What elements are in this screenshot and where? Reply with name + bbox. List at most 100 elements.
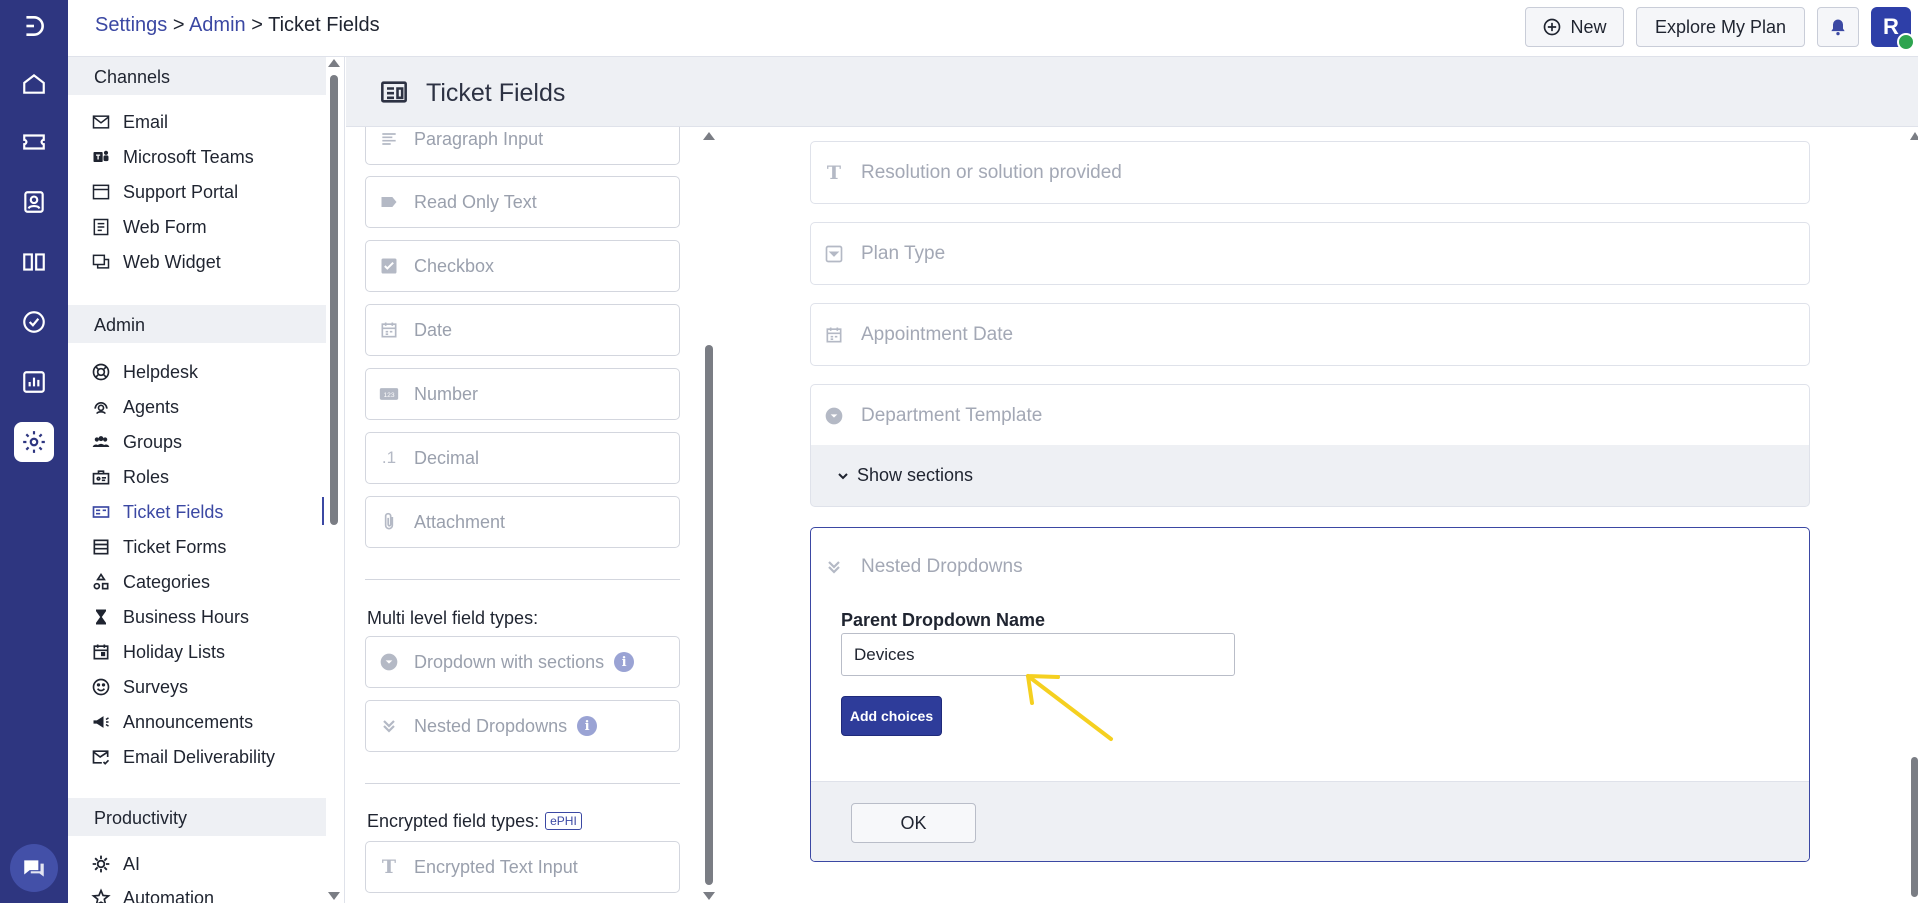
svg-text:123: 123	[383, 392, 394, 399]
ok-button[interactable]: OK	[851, 803, 976, 843]
breadcrumb-settings-link[interactable]: Settings	[95, 14, 167, 36]
sidebar-item-categories[interactable]: Categories	[90, 567, 210, 597]
top-bar: Settings > Admin > Ticket Fields New Exp…	[68, 0, 1918, 57]
explore-plan-button[interactable]: Explore My Plan	[1636, 7, 1805, 47]
field-type-paragraph-input[interactable]: Paragraph Input	[365, 127, 680, 165]
sidebar-item-label: Categories	[123, 571, 211, 592]
admin-heading: Admin	[68, 305, 326, 343]
field-type-attachment[interactable]: Attachment	[365, 496, 680, 548]
form-scrollbar[interactable]	[1911, 757, 1918, 897]
sidebar-scrollbar[interactable]	[330, 75, 338, 525]
sidebar-item-label: Agents	[123, 396, 180, 417]
field-types-scrollbar[interactable]	[705, 345, 713, 885]
sidebar-item-announcements[interactable]: Announcements	[90, 707, 253, 737]
sidebar-item-automation[interactable]: Automation	[90, 883, 214, 903]
info-icon[interactable]: i	[577, 716, 598, 736]
field-type-number[interactable]: 123 Number	[365, 368, 680, 420]
avatar[interactable]: R	[1871, 7, 1915, 51]
new-button[interactable]: New	[1525, 7, 1624, 47]
field-type-read-only-text[interactable]: Read Only Text	[365, 176, 680, 228]
field-label: Plan Type	[861, 242, 946, 264]
multi-level-heading: Multi level field types:	[367, 608, 539, 628]
sidebar-item-email-deliverability[interactable]: Email Deliverability	[90, 742, 275, 772]
dropdown-icon	[823, 243, 845, 265]
scroll-up-arrow-icon[interactable]	[328, 59, 340, 67]
sidebar-item-ai[interactable]: AI	[90, 849, 140, 879]
text-icon: T	[826, 161, 842, 184]
sidebar-item-ticket-forms[interactable]: Ticket Forms	[90, 532, 226, 562]
reports-icon[interactable]	[14, 362, 54, 402]
paperclip-icon	[378, 511, 400, 533]
agents-icon	[90, 396, 112, 418]
sidebar-item-label: Business Hours	[123, 606, 250, 627]
widget-icon	[90, 251, 112, 273]
sidebar-item-label: Microsoft Teams	[123, 146, 254, 167]
field-type-label: Paragraph Input	[414, 128, 544, 149]
field-label: Department Template	[861, 404, 1043, 426]
scroll-up-arrow-icon[interactable]	[703, 132, 715, 140]
sidebar-item-groups[interactable]: Groups	[90, 427, 182, 457]
home-icon[interactable]	[14, 64, 54, 104]
settings-gear-icon[interactable]	[14, 422, 54, 462]
sidebar-item-web-widget[interactable]: Web Widget	[90, 247, 221, 277]
tasks-icon[interactable]	[14, 302, 54, 342]
field-resolution[interactable]: T Resolution or solution provided	[810, 141, 1810, 204]
field-type-label: Attachment	[414, 511, 506, 532]
sidebar-item-agents[interactable]: Agents	[90, 392, 179, 422]
ephi-badge: ePHI	[545, 812, 582, 830]
tag-icon	[378, 191, 400, 213]
field-types-panel: Paragraph Input Read Only Text Checkbox …	[346, 127, 719, 903]
notifications-button[interactable]	[1817, 7, 1859, 47]
sidebar-item-ticket-fields[interactable]: Ticket Fields	[90, 497, 223, 527]
breadcrumb-admin-link[interactable]: Admin	[189, 14, 246, 36]
field-type-checkbox[interactable]: Checkbox	[365, 240, 680, 292]
scroll-up-arrow-icon[interactable]	[1910, 132, 1918, 140]
field-type-date[interactable]: Date	[365, 304, 680, 356]
add-choices-button[interactable]: Add choices	[841, 696, 942, 736]
megaphone-icon	[90, 711, 112, 733]
field-type-label: Number	[414, 383, 479, 404]
scroll-down-arrow-icon[interactable]	[703, 892, 715, 900]
sidebar-item-support-portal[interactable]: Support Portal	[90, 177, 238, 207]
sidebar-item-email[interactable]: Email	[90, 107, 168, 137]
main-header: Ticket Fields	[346, 57, 1918, 127]
sidebar-item-business-hours[interactable]: Business Hours	[90, 602, 249, 632]
show-sections-toggle[interactable]: Show sections	[810, 445, 1810, 507]
divider	[365, 579, 680, 580]
encrypted-heading-label: Encrypted field types:	[367, 811, 540, 831]
field-label: Appointment Date	[861, 323, 1014, 345]
sidebar-item-roles[interactable]: Roles	[90, 462, 169, 492]
sidebar-item-holiday-lists[interactable]: Holiday Lists	[90, 637, 225, 667]
contacts-icon[interactable]	[14, 182, 54, 222]
field-appointment-date[interactable]: Appointment Date	[810, 303, 1810, 366]
sidebar-item-label: Surveys	[123, 676, 189, 697]
field-type-label: Nested Dropdowns	[414, 715, 568, 736]
teams-icon	[90, 146, 112, 168]
sidebar-item-helpdesk[interactable]: Helpdesk	[90, 357, 198, 387]
field-plan-type[interactable]: Plan Type	[810, 222, 1810, 285]
form-icon	[90, 216, 112, 238]
calendar-icon	[378, 319, 400, 341]
sidebar-item-surveys[interactable]: Surveys	[90, 672, 188, 702]
knowledge-base-icon[interactable]	[14, 242, 54, 282]
tickets-icon[interactable]	[14, 122, 54, 162]
scroll-down-arrow-icon[interactable]	[328, 892, 340, 900]
sidebar-item-label: Support Portal	[123, 181, 239, 202]
field-department-template[interactable]: Department Template	[810, 384, 1810, 447]
logo-icon[interactable]	[14, 6, 54, 46]
sidebar-item-microsoft-teams[interactable]: Microsoft Teams	[90, 142, 254, 172]
sidebar-item-web-form[interactable]: Web Form	[90, 212, 207, 242]
double-chevron-down-icon	[823, 556, 845, 578]
field-type-label: Encrypted Text Input	[414, 856, 578, 877]
info-icon[interactable]: i	[614, 652, 635, 672]
field-type-dropdown-with-sections[interactable]: Dropdown with sections i	[365, 636, 680, 688]
categories-icon	[90, 571, 112, 593]
field-type-decimal[interactable]: .1 Decimal	[365, 432, 680, 484]
field-type-nested-dropdowns[interactable]: Nested Dropdowns i	[365, 700, 680, 752]
show-sections-label: Show sections	[857, 465, 974, 485]
field-type-encrypted-text-input[interactable]: T Encrypted Text Input	[365, 841, 680, 893]
sidebar-item-label: Email	[123, 111, 169, 132]
chat-icon[interactable]	[10, 844, 58, 892]
explore-label: Explore My Plan	[1654, 16, 1787, 37]
app: Settings > Admin > Ticket Fields New Exp…	[0, 0, 1918, 903]
